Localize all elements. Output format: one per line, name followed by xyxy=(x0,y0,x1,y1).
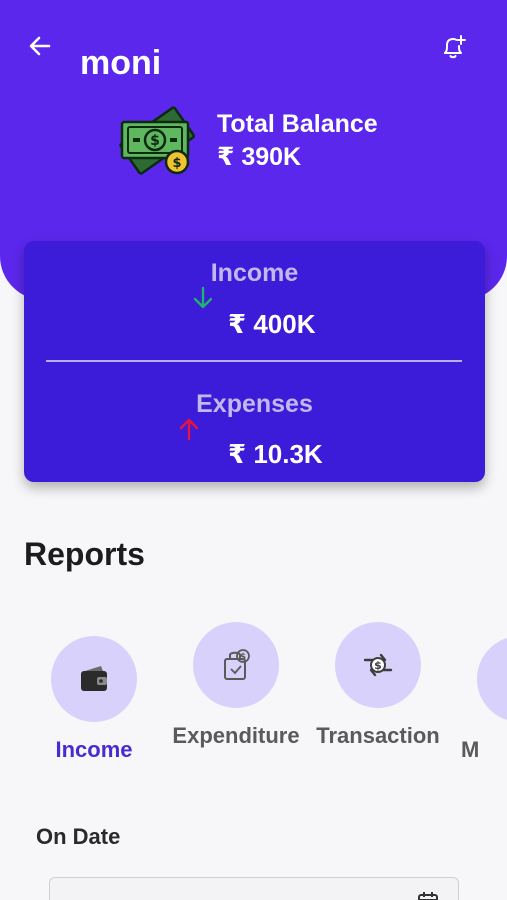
income-value: ₹ 400K xyxy=(228,309,316,339)
expenses-label: Expenses xyxy=(196,390,313,418)
date-input[interactable] xyxy=(49,877,459,900)
summary-card: Income ₹ 400K Expenses ₹ 10.3K xyxy=(24,241,485,482)
back-button[interactable] xyxy=(26,32,54,60)
total-balance-value: ₹ 390K xyxy=(217,143,302,171)
svg-text:$: $ xyxy=(374,659,382,672)
card-divider xyxy=(46,360,462,362)
report-icon-circle: $ xyxy=(193,622,279,708)
svg-text:$: $ xyxy=(150,133,160,149)
exchange-icon: $ xyxy=(363,653,393,677)
report-item-transaction-label: Transaction xyxy=(316,723,440,748)
svg-text:$: $ xyxy=(172,156,181,171)
report-item-expenditure-label: Expenditure xyxy=(172,723,300,748)
arrow-left-icon xyxy=(29,36,51,56)
bell-add-icon xyxy=(444,35,466,59)
app-title: moni xyxy=(80,44,162,82)
arrow-up-icon xyxy=(179,418,199,441)
total-balance-label: Total Balance xyxy=(217,110,378,138)
svg-text:$: $ xyxy=(240,653,246,663)
report-icon-circle xyxy=(51,636,137,722)
reports-title: Reports xyxy=(24,536,145,572)
money-bill-icon: $ $ xyxy=(119,106,196,175)
arrow-down-icon xyxy=(193,286,213,309)
wallet-icon xyxy=(81,666,107,691)
on-date-label: On Date xyxy=(36,824,121,849)
calendar-icon[interactable] xyxy=(416,890,440,900)
shopping-bag-icon: $ xyxy=(224,649,250,680)
expenses-value: ₹ 10.3K xyxy=(228,439,323,469)
report-item-income-label: Income xyxy=(55,737,133,762)
report-item-more-label: M xyxy=(461,737,480,762)
reports-carousel[interactable]: Income $ Expenditure $ Transaction M xyxy=(0,620,507,780)
report-icon-circle xyxy=(477,636,507,722)
report-icon-circle: $ xyxy=(335,622,421,708)
income-label: Income xyxy=(210,259,299,287)
notification-button[interactable] xyxy=(436,30,470,64)
